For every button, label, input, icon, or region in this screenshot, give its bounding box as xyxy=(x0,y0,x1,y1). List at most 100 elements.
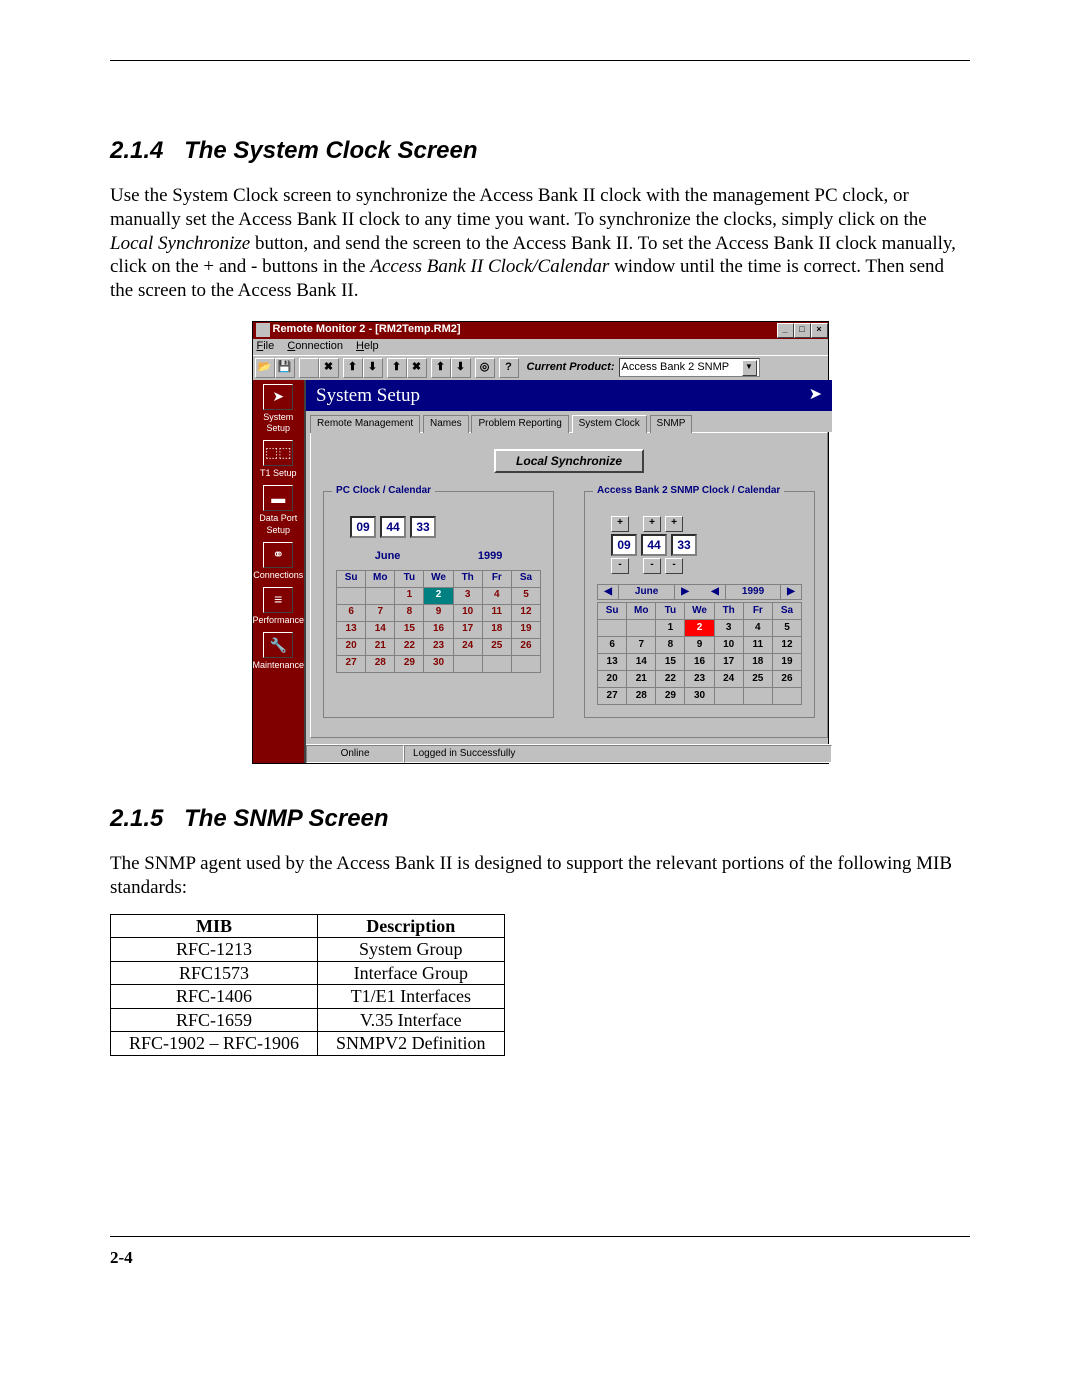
hour-down-button[interactable]: - xyxy=(611,558,629,574)
tab-names[interactable]: Names xyxy=(423,415,469,433)
menu-connection[interactable]: Connection xyxy=(287,340,343,352)
tab-snmp[interactable]: SNMP xyxy=(650,415,693,433)
second-down-button[interactable]: - xyxy=(665,558,683,574)
calendar-cell[interactable]: 23 xyxy=(424,638,453,655)
calendar-cell[interactable]: 19 xyxy=(511,621,540,638)
calendar-cell[interactable]: 6 xyxy=(337,604,366,621)
calendar-cell[interactable]: 27 xyxy=(598,688,627,705)
calendar-cell[interactable]: 17 xyxy=(714,654,743,671)
tb-btn-10[interactable]: ⬇ xyxy=(451,358,471,378)
calendar-cell[interactable]: 9 xyxy=(685,637,714,654)
tb-btn-11[interactable]: ◎ xyxy=(475,358,495,378)
calendar-cell[interactable]: 11 xyxy=(482,604,511,621)
calendar-cell[interactable]: 6 xyxy=(598,637,627,654)
calendar-cell[interactable]: 28 xyxy=(366,655,395,672)
calendar-cell[interactable]: 29 xyxy=(395,655,424,672)
tab-problem-reporting[interactable]: Problem Reporting xyxy=(471,415,568,433)
tb-btn-4[interactable]: ✖ xyxy=(319,358,339,378)
menu-help[interactable]: Help xyxy=(356,340,379,352)
sidebar-item-t1-setup[interactable]: ⬚⬚ T1 Setup xyxy=(253,436,305,481)
calendar-cell[interactable]: 18 xyxy=(482,621,511,638)
minute-down-button[interactable]: - xyxy=(643,558,661,574)
calendar-cell[interactable]: 27 xyxy=(337,655,366,672)
tb-btn-9[interactable]: ⬆ xyxy=(431,358,451,378)
month-next-button[interactable]: ▶ xyxy=(674,585,695,600)
calendar-cell[interactable]: 26 xyxy=(511,638,540,655)
maximize-button[interactable]: □ xyxy=(794,323,811,338)
menu-file[interactable]: File xyxy=(257,340,275,352)
calendar-cell[interactable]: 7 xyxy=(627,637,656,654)
calendar-cell[interactable]: 25 xyxy=(482,638,511,655)
sidebar-item-performance[interactable]: ≡ Performance xyxy=(253,583,305,628)
calendar-cell[interactable]: 15 xyxy=(395,621,424,638)
calendar-cell[interactable]: 2 xyxy=(685,620,714,637)
calendar-cell[interactable]: 23 xyxy=(685,671,714,688)
calendar-cell[interactable]: 9 xyxy=(424,604,453,621)
sidebar-item-maintenance[interactable]: 🔧 Maintenance xyxy=(253,628,305,673)
calendar-cell[interactable]: 12 xyxy=(511,604,540,621)
calendar-cell[interactable]: 20 xyxy=(337,638,366,655)
calendar-cell[interactable]: 12 xyxy=(772,637,801,654)
year-next-button[interactable]: ▶ xyxy=(780,585,801,600)
calendar-cell[interactable]: 16 xyxy=(424,621,453,638)
minute-up-button[interactable]: + xyxy=(643,516,661,532)
local-synchronize-button[interactable]: Local Synchronize xyxy=(494,449,644,473)
hour-up-button[interactable]: + xyxy=(611,516,629,532)
chevron-down-icon[interactable]: ▼ xyxy=(742,360,757,376)
sidebar-item-system-setup[interactable]: ➤ System Setup xyxy=(253,380,305,437)
calendar-cell[interactable]: 22 xyxy=(656,671,685,688)
calendar-cell[interactable]: 15 xyxy=(656,654,685,671)
calendar-cell[interactable]: 13 xyxy=(598,654,627,671)
calendar-cell[interactable]: 14 xyxy=(627,654,656,671)
tab-remote-management[interactable]: Remote Management xyxy=(310,415,420,433)
calendar-cell[interactable]: 28 xyxy=(627,688,656,705)
tab-system-clock[interactable]: System Clock xyxy=(572,415,647,433)
calendar-cell[interactable]: 5 xyxy=(772,620,801,637)
window-titlebar[interactable]: Remote Monitor 2 - [RM2Temp.RM2] _ □ × xyxy=(253,322,828,339)
calendar-cell[interactable]: 2 xyxy=(424,587,453,604)
second-up-button[interactable]: + xyxy=(665,516,683,532)
calendar-cell[interactable]: 11 xyxy=(743,637,772,654)
calendar-cell[interactable]: 1 xyxy=(395,587,424,604)
tb-upload-icon[interactable]: ⬆ xyxy=(343,358,363,378)
calendar-cell[interactable]: 19 xyxy=(772,654,801,671)
tb-btn-8[interactable]: ✖ xyxy=(407,358,427,378)
calendar-cell[interactable]: 10 xyxy=(714,637,743,654)
calendar-cell[interactable]: 22 xyxy=(395,638,424,655)
close-button[interactable]: × xyxy=(811,323,828,338)
calendar-cell[interactable]: 8 xyxy=(656,637,685,654)
calendar-cell[interactable]: 8 xyxy=(395,604,424,621)
calendar-cell[interactable]: 13 xyxy=(337,621,366,638)
tb-download-icon[interactable]: ⬇ xyxy=(363,358,383,378)
calendar-cell[interactable]: 29 xyxy=(656,688,685,705)
sidebar-item-data-port-setup[interactable]: ▬ Data Port Setup xyxy=(253,481,305,538)
current-product-dropdown[interactable]: Access Bank 2 SNMP ▼ xyxy=(619,358,760,377)
minimize-button[interactable]: _ xyxy=(777,323,794,338)
calendar-cell[interactable]: 14 xyxy=(366,621,395,638)
tb-open-icon[interactable]: 📂 xyxy=(255,358,275,378)
calendar-cell[interactable]: 26 xyxy=(772,671,801,688)
calendar-cell[interactable]: 20 xyxy=(598,671,627,688)
sidebar-item-connections[interactable]: ⚭ Connections xyxy=(253,538,305,583)
calendar-cell[interactable]: 3 xyxy=(714,620,743,637)
calendar-cell[interactable]: 3 xyxy=(453,587,482,604)
calendar-cell[interactable]: 5 xyxy=(511,587,540,604)
month-prev-button[interactable]: ◀ xyxy=(598,585,619,600)
calendar-cell[interactable]: 18 xyxy=(743,654,772,671)
calendar-cell[interactable]: 17 xyxy=(453,621,482,638)
tb-btn-3[interactable] xyxy=(299,358,319,378)
calendar-cell[interactable]: 1 xyxy=(656,620,685,637)
tb-save-icon[interactable]: 💾 xyxy=(275,358,295,378)
calendar-cell[interactable]: 24 xyxy=(453,638,482,655)
calendar-cell[interactable]: 10 xyxy=(453,604,482,621)
calendar-cell[interactable]: 7 xyxy=(366,604,395,621)
calendar-cell[interactable]: 24 xyxy=(714,671,743,688)
tb-btn-7[interactable]: ⬆ xyxy=(387,358,407,378)
calendar-cell[interactable]: 16 xyxy=(685,654,714,671)
calendar-cell[interactable]: 4 xyxy=(482,587,511,604)
year-prev-button[interactable]: ◀ xyxy=(705,585,726,600)
calendar-cell[interactable]: 25 xyxy=(743,671,772,688)
calendar-cell[interactable]: 21 xyxy=(627,671,656,688)
calendar-cell[interactable]: 21 xyxy=(366,638,395,655)
calendar-cell[interactable]: 30 xyxy=(424,655,453,672)
